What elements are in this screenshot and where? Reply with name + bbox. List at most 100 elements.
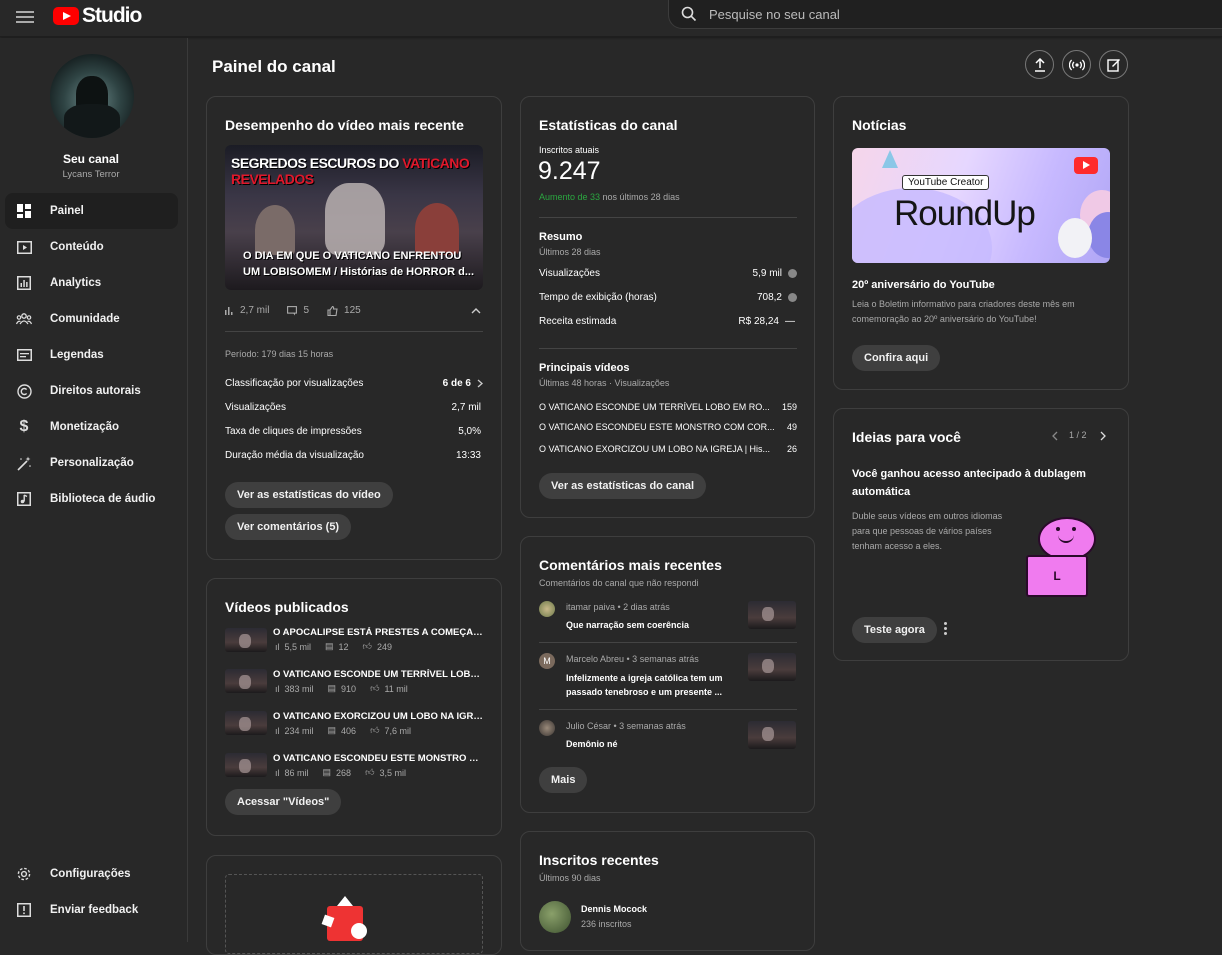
check-it-out-button[interactable]: Confira aqui (852, 345, 941, 371)
studio-logo[interactable]: Studio (53, 4, 142, 28)
top-video-row[interactable]: O VATICANO EXORCIZOU UM LOBO NA IGREJA |… (539, 444, 797, 454)
divider (539, 348, 797, 349)
create-post-button[interactable] (1099, 50, 1128, 79)
youtube-logo-icon (53, 7, 79, 25)
dash-icon: — (785, 316, 795, 327)
video-thumbnail[interactable] (225, 753, 267, 777)
news-banner[interactable]: YouTube Creator RoundUp (852, 148, 1110, 263)
card-title: Estatísticas do canal (539, 117, 678, 133)
copyright-icon (16, 383, 32, 399)
search-input[interactable] (709, 6, 1129, 22)
sidebar-item-comunidade[interactable]: Comunidade (5, 301, 178, 337)
channel-stats-button[interactable]: Ver as estatísticas do canal (539, 473, 707, 499)
sidebar-item-configuracoes[interactable]: Configurações (5, 856, 178, 892)
letter-tile: L (1026, 555, 1088, 597)
chevron-up-icon[interactable] (471, 307, 481, 314)
sidebar-item-label: Configurações (50, 868, 131, 880)
chevron-left-icon[interactable] (1052, 431, 1058, 441)
upload-illustration-icon (321, 896, 367, 941)
sidebar-item-direitos-autorais[interactable]: Direitos autorais (5, 373, 178, 409)
news-headline: 20º aniversário do YouTube (852, 279, 995, 291)
upload-button[interactable] (1025, 50, 1054, 79)
video-thumbnail[interactable] (748, 601, 796, 629)
video-stats-button[interactable]: Ver as estatísticas do vídeo (225, 482, 393, 508)
sidebar-item-monetizacao[interactable]: $ Monetização (5, 409, 178, 445)
video-thumbnail[interactable] (225, 711, 267, 735)
video-title[interactable]: O APOCALIPSE ESTÁ PRESTES A COMEÇAR P... (273, 627, 485, 638)
video-stats: ıl 383 mil ▤ 910 👍︎ 11 mil (275, 683, 408, 694)
dashboard-icon (16, 203, 32, 219)
sidebar-item-conteudo[interactable]: Conteúdo (5, 229, 178, 265)
top-video-row[interactable]: O VATICANO ESCONDEU ESTE MONSTRO COM COR… (539, 422, 797, 432)
comment-text[interactable]: Que narração sem coerência (566, 620, 689, 630)
video-title[interactable]: O VATICANO ESCONDE UM TERRÍVEL LOBO E... (273, 669, 485, 680)
period-text: Período: 179 dias 15 horas (225, 349, 334, 359)
metric-row[interactable]: Classificação por visualizações 6 de 6 (225, 378, 483, 389)
sidebar-item-personalizacao[interactable]: Personalização (5, 445, 178, 481)
video-stats: ıl 86 mil ▤ 268 👍︎ 3,5 mil (275, 767, 406, 778)
sidebar-item-label: Personalização (50, 457, 134, 469)
divider (539, 642, 797, 643)
app-name: Studio (82, 4, 142, 27)
sidebar-item-legendas[interactable]: Legendas (5, 337, 178, 373)
sidebar-item-feedback[interactable]: Enviar feedback (5, 892, 178, 928)
sidebar-item-label: Enviar feedback (50, 904, 139, 916)
sidebar-item-biblioteca-audio[interactable]: Biblioteca de áudio (5, 481, 178, 517)
subscribers-count: 9.247 (538, 157, 601, 185)
sidebar-item-label: Monetização (50, 421, 120, 433)
video-stats: ıl 5,5 mil ▤ 12 👍︎ 249 (275, 641, 392, 652)
ideas-card: Ideias para você 1 / 2 Você ganhou acess… (833, 408, 1129, 661)
video-thumbnail[interactable] (748, 721, 796, 749)
ideas-body: Duble seus vídeos em outros idiomas para… (852, 511, 1003, 551)
try-now-button[interactable]: Teste agora (852, 617, 937, 643)
view-comments-button[interactable]: Ver comentários (5) (225, 514, 352, 540)
subscribers-growth: Aumento de 33 nos últimos 28 dias (539, 192, 680, 202)
sidebar-item-label: Analytics (50, 277, 102, 289)
comment-icon: ▤ (322, 767, 332, 777)
search-bar[interactable] (668, 0, 1222, 29)
video-thumbnail[interactable] (225, 669, 267, 693)
sidebar-item-painel[interactable]: Painel (5, 193, 178, 229)
metric-row: Visualizações 2,7 mil (225, 402, 481, 413)
like-icon: 👍︎ (370, 683, 380, 693)
ideas-headline: Você ganhou acesso antecipado à dublagem… (852, 468, 1086, 498)
latest-video-thumbnail[interactable]: SEGREDOS ESCUROS DO VATICANO REVELADOS O… (225, 145, 483, 290)
magic-wand-icon (16, 455, 32, 471)
avatar[interactable] (539, 601, 555, 617)
recent-subscribers-card: Inscritos recentes Últimos 90 dias Denni… (520, 831, 815, 951)
avatar[interactable] (539, 720, 555, 736)
top-video-row[interactable]: O VATICANO ESCONDE UM TERRÍVEL LOBO EM R… (539, 402, 797, 412)
subscriber-count: 236 inscritos (581, 919, 632, 929)
more-comments-button[interactable]: Mais (539, 767, 588, 793)
channel-name[interactable]: Seu canal (0, 152, 182, 166)
recent-comments-card: Comentários mais recentes Comentários do… (520, 536, 815, 813)
comment-meta: Julio César • 3 semanas atrás (566, 721, 686, 731)
video-thumbnail[interactable] (225, 628, 267, 652)
analytics-icon (16, 275, 32, 291)
video-title[interactable]: O VATICANO ESCONDEU ESTE MONSTRO CO... (273, 753, 485, 764)
avatar[interactable]: M (539, 653, 555, 669)
comment-text[interactable]: Infelizmente a igreja católica tem um pa… (566, 671, 738, 699)
card-title: Comentários mais recentes (539, 557, 722, 573)
sidebar-item-label: Biblioteca de áudio (50, 493, 156, 505)
audio-library-icon (16, 491, 32, 507)
video-title[interactable]: O VATICANO EXORCIZOU UM LOBO NA IGREJ... (273, 711, 485, 722)
more-options-icon[interactable] (944, 622, 948, 636)
video-thumbnail[interactable] (748, 653, 796, 681)
go-to-videos-button[interactable]: Acessar "Vídeos" (225, 789, 342, 815)
avatar[interactable] (539, 901, 571, 933)
banner-tag: YouTube Creator (902, 175, 990, 190)
comments-value: 5 (303, 305, 310, 316)
broadcast-icon (1068, 59, 1085, 70)
channel-avatar[interactable] (50, 54, 134, 138)
card-title: Vídeos publicados (225, 599, 349, 615)
menu-icon[interactable] (16, 8, 34, 26)
subscriber-name[interactable]: Dennis Mocock (581, 904, 647, 914)
chevron-right-icon[interactable] (1100, 431, 1106, 441)
comment-text[interactable]: Demônio né (566, 739, 618, 749)
divider (539, 217, 797, 218)
sidebar-item-analytics[interactable]: Analytics (5, 265, 178, 301)
go-live-button[interactable] (1062, 50, 1091, 79)
card-title: Desempenho do vídeo mais recente (225, 117, 464, 133)
channel-stats-card: Estatísticas do canal Inscritos atuais 9… (520, 96, 815, 518)
